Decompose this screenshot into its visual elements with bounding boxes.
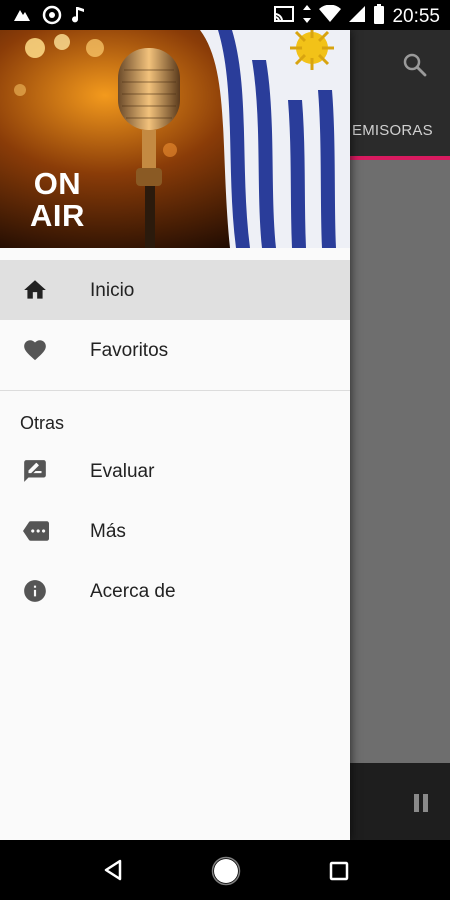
wifi-icon (319, 4, 342, 28)
status-bar: 20:55 (0, 0, 450, 30)
cast-icon (273, 5, 295, 28)
system-nav-bar (0, 840, 450, 900)
home-circle-icon[interactable] (211, 856, 241, 891)
menu-item-label: Más (90, 521, 126, 542)
heart-icon (22, 337, 48, 363)
menu-item-evaluar[interactable]: Evaluar (0, 441, 350, 501)
cloud-icon (12, 6, 32, 29)
back-icon[interactable] (102, 858, 124, 887)
music-note-icon (72, 5, 86, 30)
drawer-header-image: ON AIR (0, 30, 350, 248)
on-air-line2: AIR (30, 198, 85, 233)
section-label: Otras (20, 413, 65, 433)
on-air-line1: ON (33, 166, 82, 201)
camera-aperture-icon (42, 5, 62, 30)
menu-item-label: Inicio (90, 280, 135, 301)
data-arrows-icon (302, 4, 312, 29)
menu-item-favoritos[interactable]: Favoritos (0, 320, 350, 380)
tab-indicator (350, 156, 450, 160)
search-icon[interactable] (402, 52, 428, 83)
menu-item-label: Favoritos (90, 340, 169, 361)
on-air-badge: ON AIR (30, 168, 85, 232)
menu-item-label: Acerca de (90, 581, 176, 602)
rate-review-icon (22, 458, 48, 484)
info-icon (22, 578, 48, 604)
drawer-menu: Inicio Favoritos Otras Evaluar Más Acerc… (0, 260, 350, 621)
home-icon (22, 277, 48, 303)
menu-item-mas[interactable]: Más (0, 501, 350, 561)
tab-emisoras[interactable]: EMISORAS (352, 122, 433, 139)
more-label-icon (22, 518, 49, 544)
status-time: 20:55 (392, 5, 440, 27)
section-header-otras: Otras (0, 391, 350, 441)
menu-item-acerca-de[interactable]: Acerca de (0, 561, 350, 621)
menu-item-inicio[interactable]: Inicio (0, 260, 350, 320)
navigation-drawer: ON AIR Inicio Favoritos Otras Evaluar Má… (0, 30, 350, 840)
menu-item-label: Evaluar (90, 461, 155, 482)
signal-icon (348, 5, 366, 28)
pause-icon[interactable] (412, 793, 430, 818)
recents-icon[interactable] (329, 861, 349, 886)
battery-icon (373, 4, 385, 29)
